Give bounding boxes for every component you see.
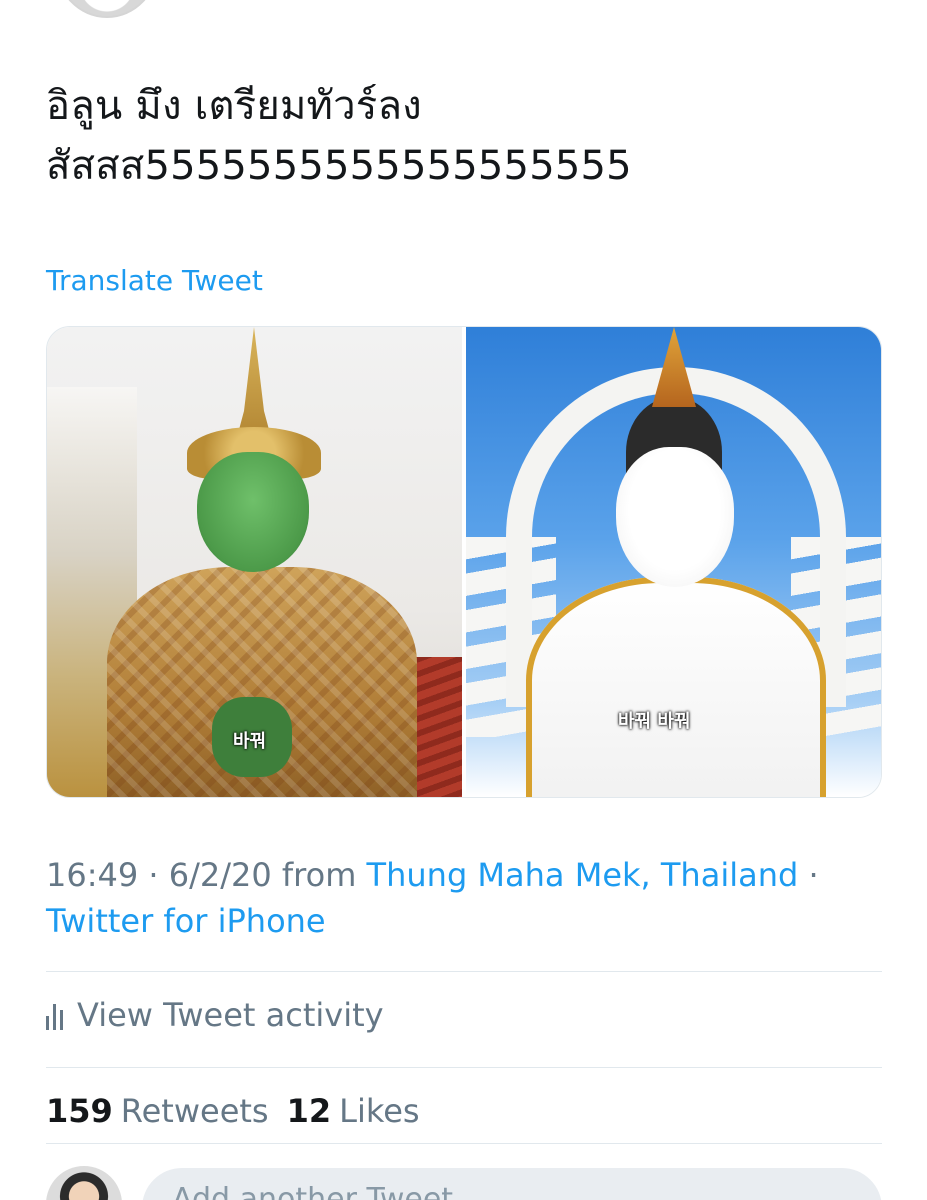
likes-label: Likes xyxy=(339,1092,420,1130)
meta-separator: · xyxy=(148,856,159,894)
divider xyxy=(46,1067,882,1068)
media-image-left[interactable]: 바꿔 xyxy=(47,327,462,797)
green-face xyxy=(197,452,309,572)
add-another-tweet-input[interactable]: Add another Tweet xyxy=(142,1168,882,1200)
tweet-time: 16:49 xyxy=(46,856,139,894)
media-image-right[interactable]: 바꿔 바꿔 xyxy=(466,327,881,797)
tweet-text: อิลูน มึง เตรียมทัวร์ลง สัสสส55555555555… xyxy=(46,76,896,196)
retweets-stat[interactable]: 159 Retweets xyxy=(46,1092,269,1130)
retweets-count: 159 xyxy=(46,1092,113,1130)
bar-chart-icon xyxy=(46,1000,63,1030)
view-tweet-activity-button[interactable]: View Tweet activity xyxy=(46,996,384,1034)
tweet-stats: 159 Retweets 12 Likes xyxy=(46,1092,420,1130)
likes-stat[interactable]: 12 Likes xyxy=(287,1092,420,1130)
client-link[interactable]: Twitter for iPhone xyxy=(46,902,326,940)
reply-placeholder: Add another Tweet xyxy=(172,1182,454,1200)
meta-separator-2: · xyxy=(808,856,819,894)
translate-tweet-link[interactable]: Translate Tweet xyxy=(46,264,263,297)
tweet-date: 6/2/20 xyxy=(168,856,272,894)
media-caption-right: 바꿔 바꿔 xyxy=(618,711,691,732)
from-label: from xyxy=(281,856,357,894)
divider xyxy=(46,1143,882,1144)
author-avatar[interactable] xyxy=(55,0,159,18)
likes-count: 12 xyxy=(286,1092,332,1130)
statue-robe xyxy=(526,577,826,797)
tweet-media: 바꿔 바꿔 바꿔 xyxy=(46,326,882,798)
location-link[interactable]: Thung Maha Mek, Thailand xyxy=(367,856,799,894)
tweet-meta: 16:49 · 6/2/20 from Thung Maha Mek, Thai… xyxy=(46,852,882,944)
activity-label: View Tweet activity xyxy=(77,996,384,1034)
white-face xyxy=(616,447,734,587)
divider xyxy=(46,971,882,972)
tweet-text-line-2: สัสสส5555555555555555555 xyxy=(46,143,632,189)
media-caption-left: 바꿔 xyxy=(233,731,267,752)
tweet-detail-page: อิลูน มึง เตรียมทัวร์ลง สัสสส55555555555… xyxy=(0,0,927,1200)
retweets-label: Retweets xyxy=(120,1092,269,1130)
tweet-text-line-1: อิลูน มึง เตรียมทัวร์ลง xyxy=(46,83,422,129)
user-avatar[interactable] xyxy=(46,1166,122,1200)
